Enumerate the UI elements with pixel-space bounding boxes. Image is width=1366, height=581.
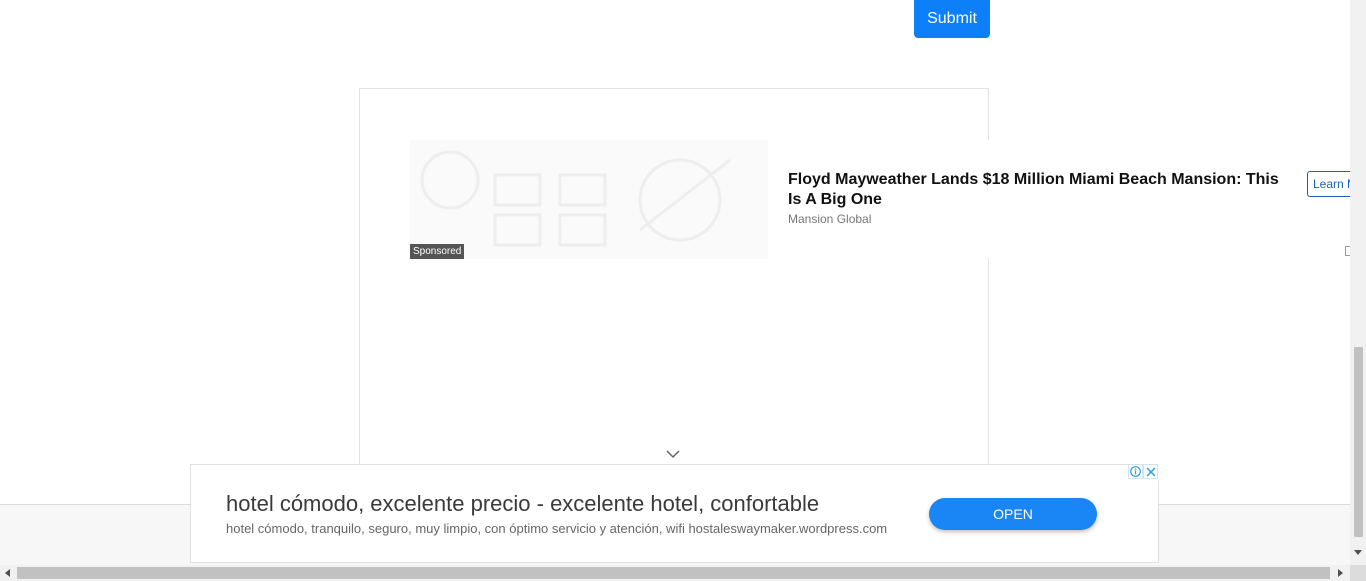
banner-ad-title[interactable]: hotel cómodo, excelente precio - excelen…: [226, 491, 819, 517]
open-button[interactable]: OPEN: [929, 498, 1097, 530]
close-icon[interactable]: [1143, 464, 1158, 479]
ad-source: Mansion Global: [788, 212, 872, 226]
horizontal-scrollbar-thumb[interactable]: [17, 567, 1330, 579]
adchoices[interactable]: [1128, 464, 1159, 480]
chevron-down-icon[interactable]: [666, 449, 680, 459]
ad-thumbnail-image[interactable]: [410, 140, 768, 259]
scroll-down-arrow-icon[interactable]: [1354, 550, 1362, 555]
submit-button[interactable]: Submit: [914, 0, 990, 38]
scroll-right-arrow-icon[interactable]: [1338, 569, 1343, 577]
vertical-scrollbar-thumb[interactable]: [1354, 347, 1363, 537]
sponsored-label: Sponsored: [410, 244, 465, 259]
info-icon[interactable]: [1128, 464, 1143, 479]
banner-ad-description[interactable]: hotel cómodo, tranquilo, seguro, muy lim…: [226, 521, 887, 536]
horizontal-scrollbar[interactable]: [0, 565, 1350, 581]
vertical-scrollbar[interactable]: [1350, 0, 1366, 565]
ad-headline[interactable]: Floyd Mayweather Lands $18 Million Miami…: [788, 170, 1288, 210]
scroll-left-arrow-icon[interactable]: [5, 569, 10, 577]
scrollbar-corner: [1350, 565, 1366, 581]
